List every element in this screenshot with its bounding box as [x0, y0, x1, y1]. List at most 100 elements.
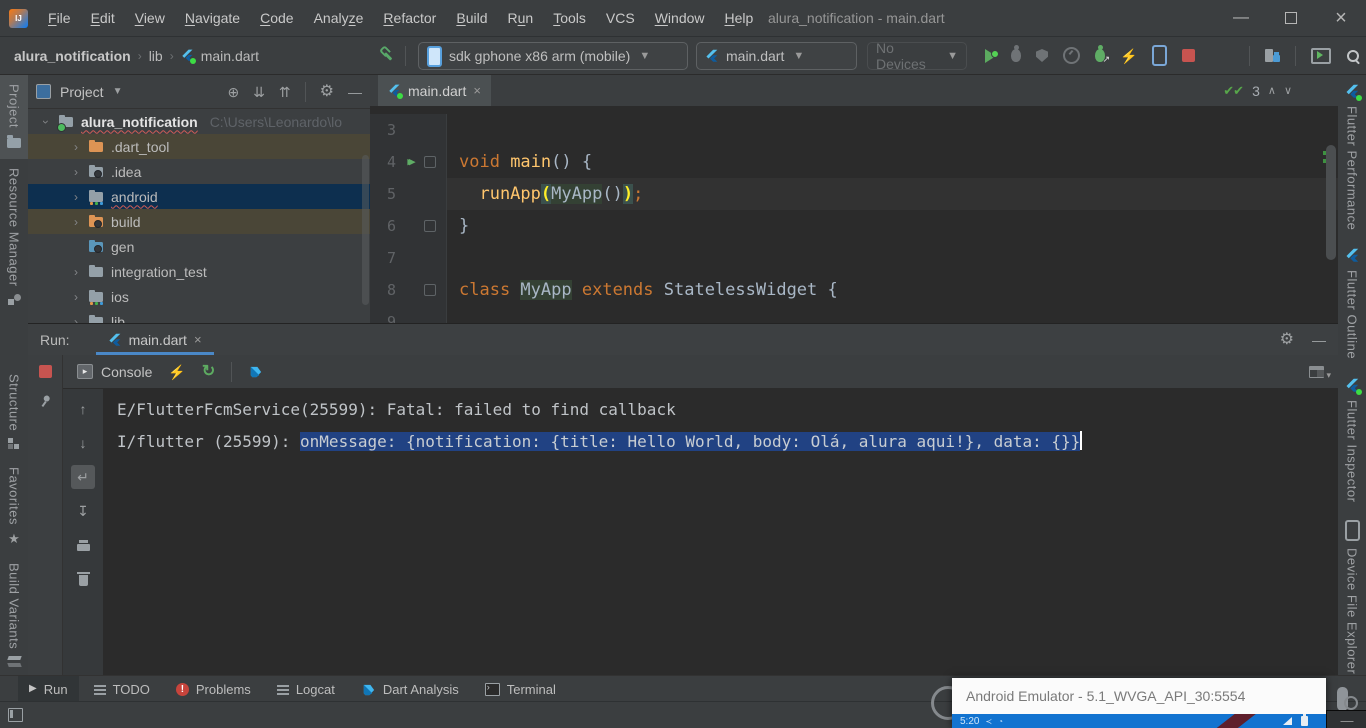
tree-item-alura_notification[interactable]: ›alura_notificationC:\Users\Leonardo\lo [28, 109, 370, 134]
console-toolbar-trash[interactable] [71, 567, 95, 591]
tree-item-.dart_tool[interactable]: ›.dart_tool [28, 134, 370, 159]
hot-reload-icon[interactable]: ⚡ [1120, 49, 1137, 63]
settings-gear-icon[interactable]: ⚙ [320, 84, 334, 100]
fold-marker-icon[interactable] [424, 220, 436, 232]
toolwindow-button-terminal[interactable]: Terminal [474, 676, 567, 702]
tree-chevron-icon[interactable]: › [70, 190, 82, 204]
clear-console-icon[interactable] [79, 572, 88, 586]
tree-item-ios[interactable]: ›ios [28, 284, 370, 309]
tree-item-integration_test[interactable]: ›integration_test [28, 259, 370, 284]
sidebar-item-structure[interactable]: Structure [0, 365, 28, 458]
toolwindow-button-logcat[interactable]: Logcat [266, 676, 346, 702]
toolwindow-button-run[interactable]: ▶Run [18, 676, 79, 702]
settings-gear-icon[interactable]: ⚙ [1280, 332, 1294, 348]
fold-marker-icon[interactable] [424, 284, 436, 296]
pin-icon[interactable] [38, 394, 52, 408]
project-scrollbar[interactable] [362, 155, 369, 305]
scroll-to-end-icon[interactable]: ↧ [77, 504, 89, 518]
code-text[interactable]: void main() { [447, 146, 1338, 178]
editor-tab-main-dart[interactable]: main.dart × [378, 75, 491, 106]
menu-tools[interactable]: Tools [543, 10, 596, 26]
console-toolbar-print[interactable] [71, 533, 95, 557]
run-tab-main-dart[interactable]: main.dart × [96, 324, 214, 355]
scroll-down-icon[interactable]: ↓ [80, 436, 87, 450]
code-text[interactable]: runApp(MyApp()); [447, 178, 1338, 210]
run-line-icon[interactable]: ▶▶ [396, 146, 422, 178]
collapse-all-icon[interactable]: ⇈ [279, 85, 291, 99]
tree-item-gen[interactable]: gen [28, 234, 370, 259]
fold-marker-icon[interactable] [424, 156, 436, 168]
logcat-icon[interactable] [277, 684, 289, 694]
code-text[interactable]: } [447, 210, 1338, 242]
run-button[interactable] [985, 49, 996, 63]
stop-button[interactable] [39, 365, 52, 378]
soft-wrap-icon[interactable]: ↵ [77, 470, 89, 484]
tree-chevron-icon[interactable]: › [70, 290, 82, 304]
sidebar-item-resource-manager[interactable]: Resource Manager [0, 159, 28, 315]
rotate-icon[interactable] [1344, 696, 1358, 710]
chevron-down-icon[interactable]: ▼ [113, 87, 123, 97]
menu-window[interactable]: Window [645, 10, 715, 26]
breadcrumb-item-lib[interactable]: lib [149, 48, 163, 64]
hide-panel-icon[interactable]: — [348, 85, 362, 99]
inspections-widget[interactable]: ✔✔ 3 ∧ ∨ [1223, 83, 1292, 99]
tree-item-lib[interactable]: ›lib [28, 309, 370, 324]
menu-code[interactable]: Code [250, 10, 303, 26]
terminal-icon[interactable] [485, 683, 500, 696]
code-text[interactable] [447, 306, 1338, 323]
scroll-up-icon[interactable]: ↑ [80, 402, 87, 416]
run-config-selector[interactable]: main.dart ▼ [696, 42, 857, 70]
code-text[interactable] [447, 114, 1338, 146]
menu-file[interactable]: File [38, 10, 81, 26]
flutter-wrench-icon[interactable] [378, 47, 394, 63]
toolwindow-button-problems[interactable]: !Problems [165, 676, 262, 702]
debug-icon[interactable] [1011, 49, 1021, 62]
code-text[interactable]: class MyApp extends StatelessWidget { [447, 274, 1338, 306]
sidebar-item-flutter-performance[interactable]: Flutter Performance [1338, 75, 1366, 239]
tree-chevron-icon[interactable]: › [70, 215, 82, 229]
android-emulator-window[interactable]: Android Emulator - 5.1_WVGA_API_30:5554 … [952, 678, 1326, 728]
coverage-icon[interactable] [1036, 49, 1048, 62]
menu-view[interactable]: View [125, 10, 175, 26]
code-area[interactable]: 34▶▶void main() {5 runApp(MyApp());6}78c… [370, 106, 1338, 323]
search-icon[interactable] [1346, 49, 1360, 63]
target-device-selector[interactable]: No Devices ▼ [867, 42, 967, 70]
sidebar-item-favorites[interactable]: Favorites★ [0, 458, 28, 554]
devtools-icon[interactable] [1152, 45, 1167, 66]
menu-build[interactable]: Build [446, 10, 497, 26]
breadcrumb-item-main.dart[interactable]: main.dart [201, 48, 259, 64]
sidebar-item-flutter-outline[interactable]: Flutter Outline [1338, 239, 1366, 368]
prev-problem-icon[interactable]: ∧ [1268, 86, 1276, 97]
toolwindow-button-todo[interactable]: TODO [83, 676, 161, 702]
menu-analyze[interactable]: Analyze [304, 10, 374, 26]
console-toolbar-arrow-up[interactable]: ↑ [71, 397, 95, 421]
todo-icon[interactable] [94, 684, 106, 694]
close-icon[interactable]: × [194, 332, 202, 347]
breadcrumb-item-alura_notification[interactable]: alura_notification [14, 48, 131, 64]
toolwindow-button-dart-analysis[interactable]: Dart Analysis [350, 676, 470, 702]
toggle-toolwindows-icon[interactable] [8, 708, 23, 722]
menu-refactor[interactable]: Refactor [373, 10, 446, 26]
profiler-icon[interactable] [1063, 47, 1080, 64]
run-toolwindow-icon[interactable]: ▶ [29, 684, 37, 694]
problems-icon[interactable]: ! [176, 683, 189, 696]
console-tab[interactable]: ▸ Console [77, 364, 152, 380]
sidebar-item-project[interactable]: Project [0, 75, 28, 159]
console-toolbar-soft-wrap[interactable]: ↵ [71, 465, 95, 489]
console-toolbar-scroll-end[interactable]: ↧ [71, 499, 95, 523]
editor-scrollbar[interactable] [1326, 145, 1336, 260]
tree-chevron-icon[interactable]: › [70, 140, 82, 154]
sidebar-item-flutter-inspector[interactable]: Flutter Inspector [1338, 369, 1366, 511]
menu-edit[interactable]: Edit [81, 10, 125, 26]
console-output[interactable]: E/FlutterFcmService(25599): Fatal: faile… [103, 389, 1338, 676]
menu-help[interactable]: Help [715, 10, 764, 26]
maximize-icon[interactable] [1266, 0, 1316, 36]
sidebar-item-device-file-explorer[interactable]: Device File Explorer [1338, 511, 1366, 683]
tree-chevron-icon[interactable]: › [39, 116, 53, 128]
tree-chevron-icon[interactable]: › [70, 165, 82, 179]
tree-item-build[interactable]: ›build [28, 209, 370, 234]
tree-item-android[interactable]: ›android [28, 184, 370, 209]
layout-settings-icon[interactable]: ▾ [1309, 366, 1324, 378]
expand-all-icon[interactable]: ⇊ [253, 85, 265, 99]
emulator-minimize-button[interactable]: — [1326, 710, 1366, 728]
